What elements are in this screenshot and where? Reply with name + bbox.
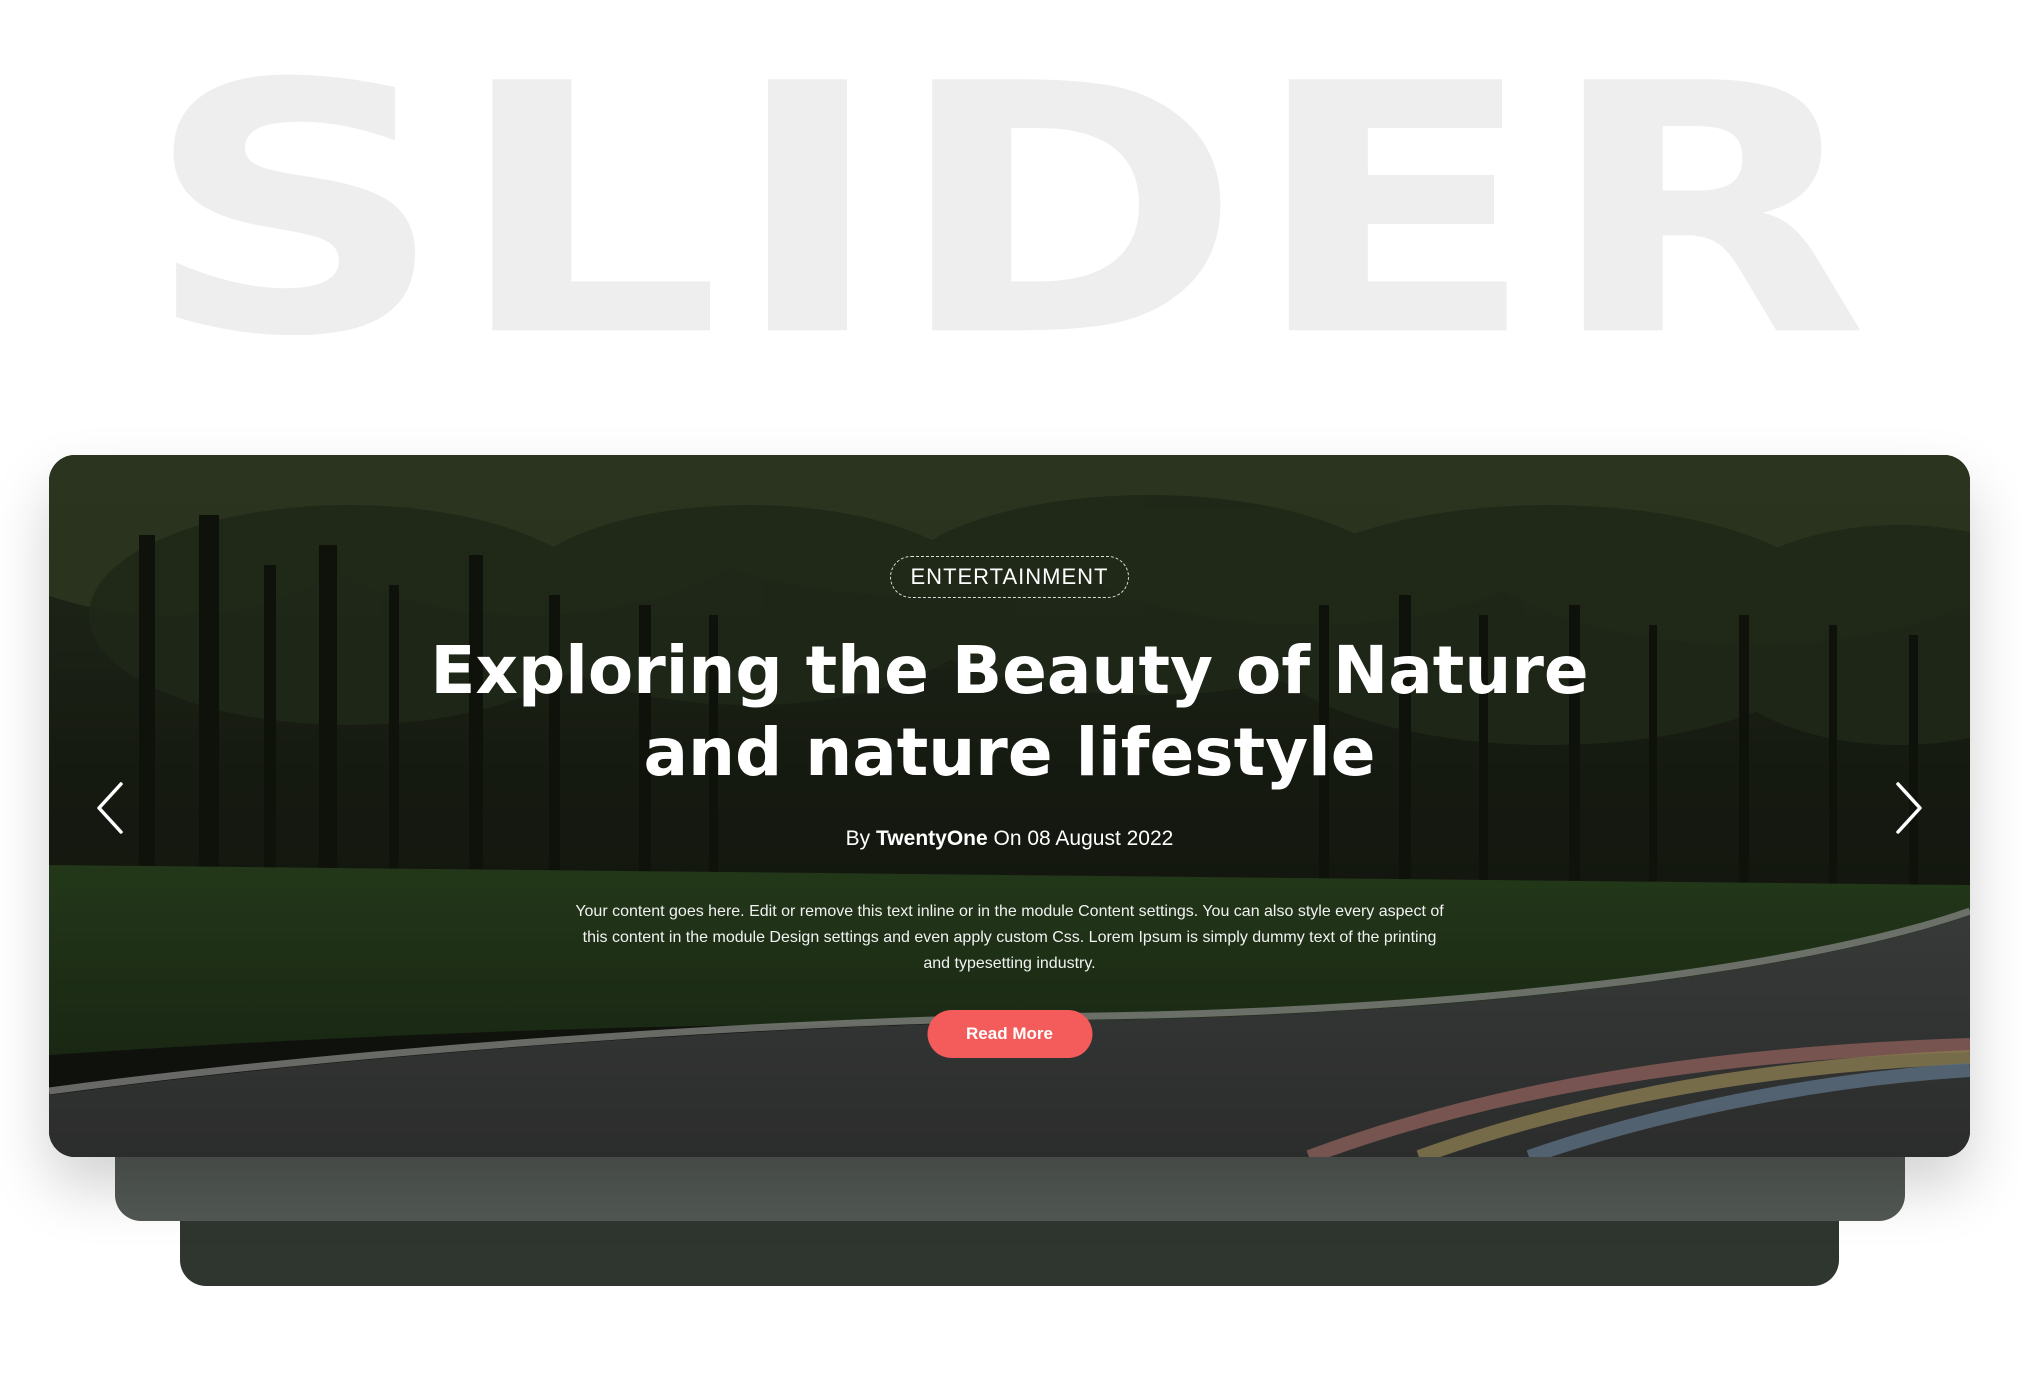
chevron-left-icon xyxy=(97,782,123,834)
previous-slide-button[interactable] xyxy=(91,780,131,836)
next-slide-button[interactable] xyxy=(1888,780,1928,836)
slide-title: Exploring the Beauty of Nature and natur… xyxy=(49,630,1970,794)
post-date: 08 August 2022 xyxy=(1027,827,1174,850)
slide-excerpt: Your content goes here. Edit or remove t… xyxy=(575,903,1444,972)
page: SLIDER ENTERTAINMENT Exploring the Beaut… xyxy=(0,0,2020,1388)
author-link[interactable]: TwentyOne xyxy=(876,827,988,850)
hero-slider: ENTERTAINMENT Exploring the Beauty of Na… xyxy=(49,455,1970,1157)
chevron-right-icon xyxy=(1896,782,1922,834)
slide-title-line-1: Exploring the Beauty of Nature xyxy=(430,632,1589,709)
slide-title-line-2: and nature lifestyle xyxy=(643,714,1376,791)
read-more-button[interactable]: Read More xyxy=(927,1010,1092,1058)
byline-by: By xyxy=(845,827,871,850)
byline-on: On xyxy=(993,827,1022,850)
byline: By TwentyOne On 08 August 2022 xyxy=(49,824,1970,854)
category-badge[interactable]: ENTERTAINMENT xyxy=(889,556,1130,598)
background-word: SLIDER xyxy=(143,11,1877,413)
